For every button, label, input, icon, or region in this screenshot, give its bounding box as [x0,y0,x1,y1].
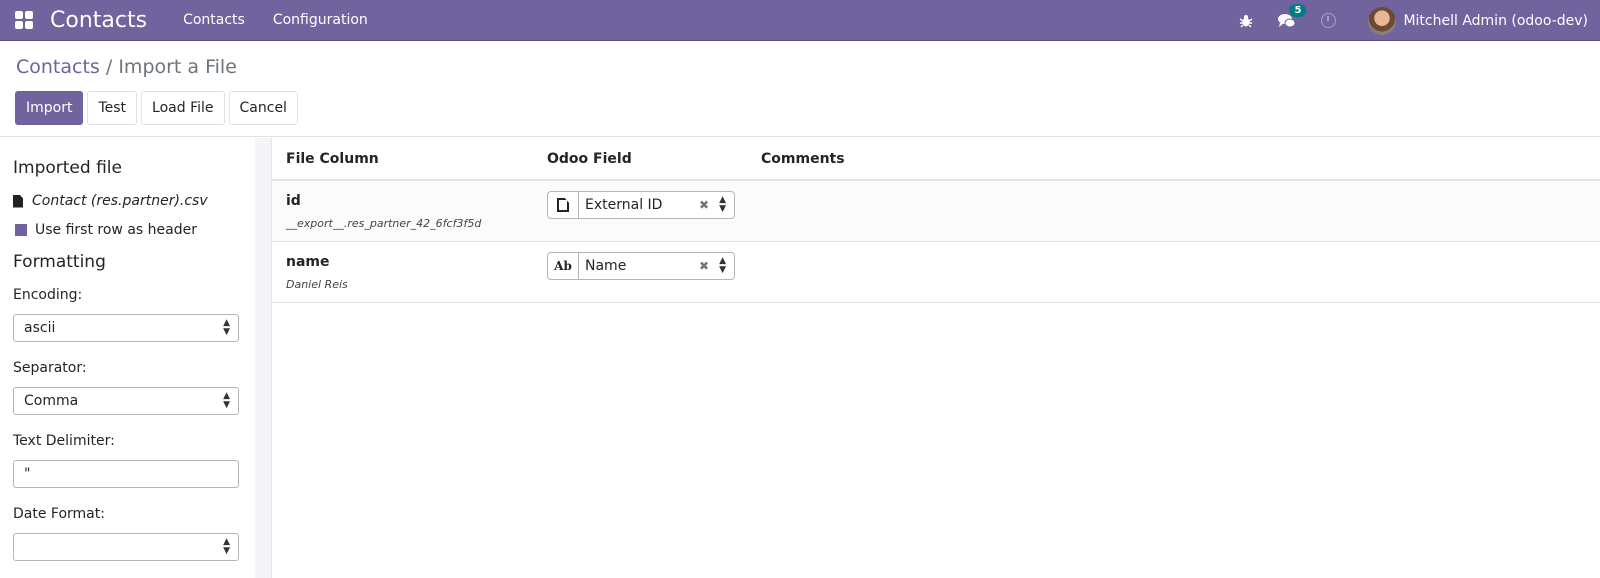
breadcrumb: Contacts / Import a File [16,56,237,78]
encoding-select[interactable]: ascii ▲ ▼ [13,314,239,342]
messages-icon[interactable]: 5 [1277,3,1307,29]
file-column-sample: Daniel Reis [286,278,348,291]
user-menu[interactable]: Mitchell Admin (odoo-dev) [1368,6,1588,35]
select-arrows-icon: ▲ ▼ [223,318,230,337]
text-delimiter-input[interactable]: " [13,460,239,488]
import-button[interactable]: Import [15,91,84,125]
test-button[interactable]: Test [87,91,138,125]
sidebar-divider [255,138,272,578]
messages-count-badge: 5 [1289,3,1307,17]
menu-contacts[interactable]: Contacts [183,12,245,28]
cancel-button[interactable]: Cancel [228,91,298,125]
table-row: id __export__.res_partner_42_6fcf3f5d Ex… [272,181,1600,242]
date-format-select[interactable]: ▲ ▼ [13,533,239,561]
debug-bug-icon[interactable] [1239,14,1253,28]
select-arrows-icon: ▲ ▼ [223,537,230,556]
use-header-label: Use first row as header [35,222,197,238]
file-icon [13,194,23,208]
file-column-name: name [286,254,330,270]
separator-label: Separator: [13,360,87,376]
user-name: Mitchell Admin (odoo-dev) [1403,12,1588,29]
encoding-value: ascii [24,320,56,336]
text-delimiter-value: " [24,466,31,482]
top-navbar: Contacts Contacts Configuration 5 Mitche… [0,0,1600,41]
odoo-field-select[interactable]: Ab Name ✖ ▲ ▼ [547,252,735,280]
use-header-checkbox[interactable]: Use first row as header [15,222,197,238]
file-column-name: id [286,193,301,209]
avatar [1368,6,1397,35]
header-comments: Comments [761,151,845,167]
table-header: File Column Odoo Field Comments [272,138,1600,181]
encoding-label: Encoding: [13,287,83,303]
formatting-heading: Formatting [13,252,106,272]
select-arrows-icon: ▲ ▼ [719,256,726,275]
odoo-field-select[interactable]: External ID ✖ ▲ ▼ [547,191,735,219]
clear-icon[interactable]: ✖ [699,259,709,273]
menu-configuration[interactable]: Configuration [273,12,368,28]
file-icon [548,192,579,218]
app-title[interactable]: Contacts [50,8,147,33]
separator-select[interactable]: Comma ▲ ▼ [13,387,239,415]
header-file-column: File Column [286,151,379,167]
checkbox-checked-icon[interactable] [15,224,27,236]
load-file-button[interactable]: Load File [141,91,225,125]
table-row: name Daniel Reis Ab Name ✖ ▲ ▼ [272,242,1600,303]
imported-file: Contact (res.partner).csv [13,193,208,209]
select-arrows-icon: ▲ ▼ [223,391,230,410]
select-arrows-icon: ▲ ▼ [719,195,726,214]
separator-value: Comma [24,393,79,409]
activity-clock-icon[interactable] [1321,13,1337,28]
clear-icon[interactable]: ✖ [699,198,709,212]
odoo-field-value: External ID [585,197,663,213]
column-mapping-table: File Column Odoo Field Comments id __exp… [272,138,1600,578]
apps-menu-icon[interactable] [15,11,33,29]
text-delimiter-label: Text Delimiter: [13,433,115,449]
header-odoo-field: Odoo Field [547,151,632,167]
odoo-field-value: Name [585,258,627,274]
date-format-label: Date Format: [13,506,105,522]
file-name: Contact (res.partner).csv [32,193,208,209]
file-column-sample: __export__.res_partner_42_6fcf3f5d [286,217,482,230]
breadcrumb-separator: / [105,56,113,78]
control-panel: Contacts / Import a File Import Test Loa… [0,42,1600,137]
breadcrumb-current: Import a File [118,56,237,78]
text-ab-icon: Ab [548,253,579,279]
import-options-sidebar: Imported file Contact (res.partner).csv … [0,138,255,578]
breadcrumb-contacts[interactable]: Contacts [16,56,100,78]
imported-file-heading: Imported file [13,158,122,178]
